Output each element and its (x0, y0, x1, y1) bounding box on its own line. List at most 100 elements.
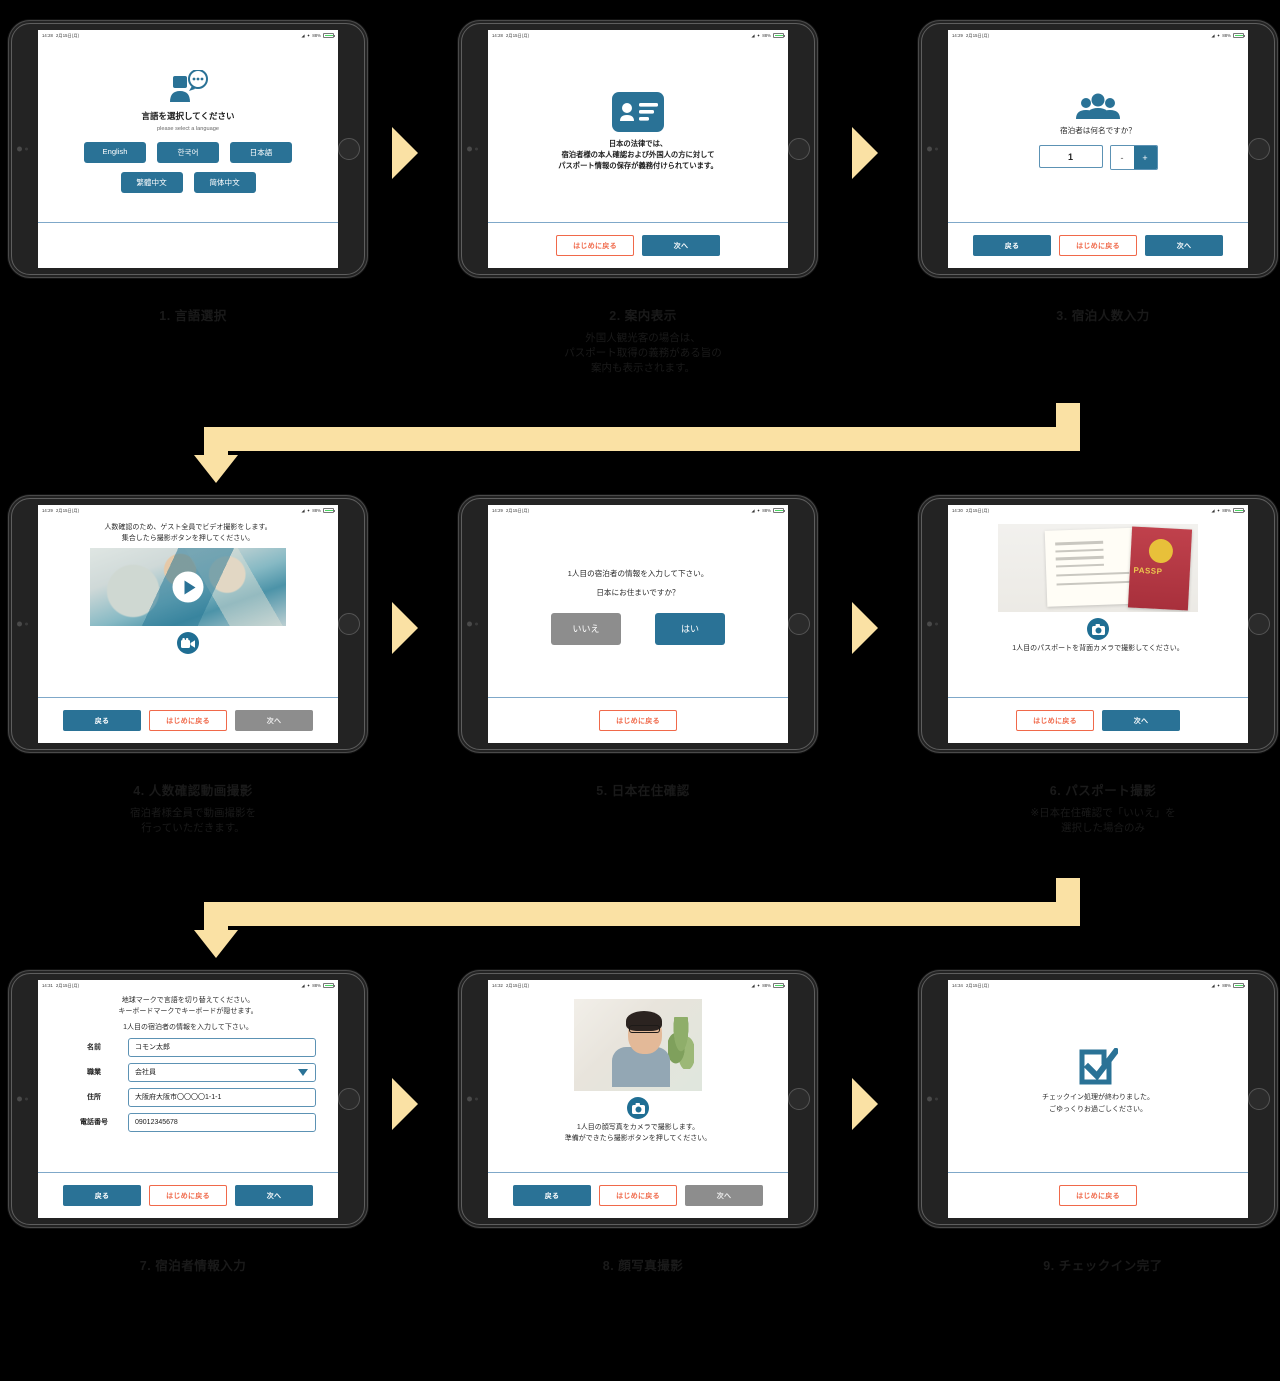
step-6-caption: 6. パスポート撮影 ※日本在住確認で「いいえ」を 選択した場合のみ (918, 780, 1280, 836)
video-instruction-line-1: 人数確認のため、ゲスト全員でビデオ撮影をします。 (104, 524, 272, 531)
home-button[interactable] (788, 138, 810, 160)
restart-button[interactable]: はじめに戻る (556, 235, 634, 256)
screen-guest-info-form: 14:31 2月15日(月) ◢ ✦ 88% 地球マークで言語を切り替えてくださ… (38, 980, 338, 1218)
wifi-icon: ◢ (1211, 508, 1215, 513)
restart-button[interactable]: はじめに戻る (149, 1185, 227, 1206)
sensor-icon (25, 147, 28, 151)
footer-bar: 戻る はじめに戻る 次へ (38, 1172, 338, 1218)
status-bar: 14:29 2月15日(月) ◢ ✦ 88% (948, 30, 1248, 41)
camera-icon (927, 146, 932, 152)
home-button[interactable] (788, 613, 810, 635)
next-button[interactable]: 次へ (1145, 235, 1223, 256)
home-button[interactable] (338, 1088, 360, 1110)
screen-content: 地球マークで言語を切り替えてください。 キーボードマークでキーボードが隠せます。… (38, 991, 338, 1172)
screen-guest-count: 14:29 2月15日(月) ◢ ✦ 88% 宿泊者は何名ですか？ 1 - + … (948, 30, 1248, 268)
footer-bar: 戻る はじめに戻る 次へ (38, 697, 338, 743)
home-button[interactable] (1248, 613, 1270, 635)
restart-button[interactable]: はじめに戻る (1059, 1185, 1137, 1206)
next-button: 次へ (685, 1185, 763, 1206)
step-7-tablet-slot: 14:31 2月15日(月) ◢ ✦ 88% 地球マークで言語を切り替えてくださ… (8, 970, 378, 1235)
next-button[interactable]: 次へ (235, 1185, 313, 1206)
sensor-icon (475, 622, 478, 626)
guest-count-question: 宿泊者は何名ですか？ (1060, 125, 1136, 135)
increment-button[interactable]: + (1133, 146, 1157, 170)
step-9-caption: 9. チェックイン完了 (918, 1255, 1280, 1274)
restart-button[interactable]: はじめに戻る (599, 710, 677, 731)
camera-icon[interactable] (1087, 618, 1109, 640)
bluetooth-icon: ✦ (1216, 33, 1221, 38)
restart-button[interactable]: はじめに戻る (599, 1185, 677, 1206)
address-field[interactable]: 大阪府大阪市〇〇〇〇1-1-1 (128, 1087, 316, 1107)
back-button[interactable]: 戻る (63, 1185, 141, 1206)
step-8-tablet-slot: 14:32 2月15日(月) ◢ ✦ 88% 1人目の顔写真をカメラで撮影します… (458, 970, 828, 1235)
camera-icon[interactable] (627, 1097, 649, 1119)
status-bar: 14:28 2月15日(月) ◢ ✦ 88% (38, 30, 338, 41)
occupation-select[interactable]: 会社員 (128, 1062, 316, 1082)
footer-bar: はじめに戻る 次へ (948, 697, 1248, 743)
screen-content: 1人目の宿泊者の情報を入力して下さい。 日本にお住まいですか？ いいえ はい (488, 516, 788, 697)
home-button[interactable] (788, 1088, 810, 1110)
complete-line-1: チェックイン処理が終わりました。 (1042, 1094, 1154, 1102)
language-button-japanese[interactable]: 日本語 (230, 142, 292, 164)
video-camera-icon[interactable] (177, 632, 199, 655)
step-9-tablet-slot: 14:34 2月15日(月) ◢ ✦ 88% チェックイン処理が終わりました。 … (918, 970, 1280, 1235)
bluetooth-icon: ✦ (756, 983, 761, 988)
language-button-korean[interactable]: 한국어 (157, 142, 219, 164)
screen-content: 日本の法律では、 宿泊者様の本人確認および外国人の方に対して パスポート情報の保… (488, 41, 788, 222)
name-field[interactable]: コモン太郎 (128, 1037, 316, 1057)
tablet-device: 14:30 2月15日(月) ◢ ✦ 88% PASSP 1人目のパスポートを背… (918, 495, 1278, 753)
status-bar: 14:31 2月15日(月) ◢ ✦ 88% (38, 980, 338, 991)
tablet-device: 14:29 2月15日(月) ◢ ✦ 88% 1人目の宿泊者の情報を入力して下さ… (458, 495, 818, 753)
complete-line-2: ごゆっくりお過ごしください。 (1049, 1105, 1147, 1113)
next-button: 次へ (235, 710, 313, 731)
step-5-caption: 5. 日本在住確認 (458, 780, 828, 799)
flow-arrow-1-to-2 (392, 127, 418, 179)
screen-language-selection: 14:28 2月15日(月) ◢ ✦ 88% 言語を選択してください pleas… (38, 30, 338, 268)
wifi-icon: ◢ (751, 33, 755, 38)
phone-field[interactable]: 09012345678 (128, 1112, 316, 1132)
answer-no-button[interactable]: いいえ (551, 612, 621, 645)
status-date: 2月15日(月) (55, 982, 80, 988)
next-button[interactable]: 次へ (642, 235, 720, 256)
flow-row-3: 14:31 2月15日(月) ◢ ✦ 88% 地球マークで言語を切り替えてくださ… (0, 970, 1280, 1270)
guest-count-stepper: 1 - + (1038, 145, 1158, 171)
sensor-icon (475, 1097, 478, 1101)
tablet-device: 14:29 2月15日(月) ◢ ✦ 88% 宿泊者は何名ですか？ 1 - + … (918, 20, 1278, 278)
caption-title: 3. 宿泊人数入力 (1056, 309, 1150, 323)
next-button[interactable]: 次へ (1102, 710, 1180, 731)
status-bar: 14:30 2月15日(月) ◢ ✦ 88% (948, 505, 1248, 516)
guest-count-value[interactable]: 1 (1038, 145, 1103, 169)
restart-button[interactable]: はじめに戻る (1016, 710, 1094, 731)
address-field-value: 大阪府大阪市〇〇〇〇1-1-1 (135, 1094, 222, 1102)
battery-percent: 88% (762, 33, 771, 38)
footer-bar: はじめに戻る (948, 1172, 1248, 1218)
status-bar: 14:29 2月15日(月) ◢ ✦ 88% (38, 505, 338, 516)
answer-yes-button[interactable]: はい (655, 612, 725, 645)
checkbox-check-icon (1078, 1048, 1118, 1086)
language-button-traditional-chinese[interactable]: 繁體中文 (120, 172, 183, 194)
screen-japan-residence: 14:29 2月15日(月) ◢ ✦ 88% 1人目の宿泊者の情報を入力して下さ… (488, 505, 788, 743)
home-button[interactable] (1248, 138, 1270, 160)
back-button[interactable]: 戻る (63, 710, 141, 731)
language-button-simplified-chinese[interactable]: 简体中文 (193, 172, 256, 194)
home-button[interactable] (338, 613, 360, 635)
back-button[interactable]: 戻る (973, 235, 1051, 256)
status-date: 2月15日(月) (965, 507, 990, 513)
back-button[interactable]: 戻る (513, 1185, 591, 1206)
battery-percent: 88% (312, 983, 321, 988)
field-label-address: 住所 (87, 1094, 101, 1102)
restart-button[interactable]: はじめに戻る (1059, 235, 1137, 256)
flow-arrow-5-to-6 (852, 602, 878, 654)
face-instruction-line-2: 準備ができたら撮影ボタンを押してください。 (564, 1135, 712, 1143)
tablet-device: 14:34 2月15日(月) ◢ ✦ 88% チェックイン処理が終わりました。 … (918, 970, 1278, 1228)
home-button[interactable] (1248, 1088, 1270, 1110)
battery-icon (773, 508, 785, 513)
status-time: 14:29 (492, 507, 503, 513)
step-2-caption: 2. 案内表示 外国人観光客の場合は、 パスポート取得の義務がある旨の 案内も表… (458, 305, 828, 377)
language-button-english[interactable]: English (84, 142, 146, 164)
play-icon[interactable] (172, 571, 204, 603)
restart-button[interactable]: はじめに戻る (149, 710, 227, 731)
home-button[interactable] (338, 138, 360, 160)
decrement-button[interactable]: - (1110, 146, 1134, 170)
wifi-icon: ◢ (751, 983, 755, 988)
